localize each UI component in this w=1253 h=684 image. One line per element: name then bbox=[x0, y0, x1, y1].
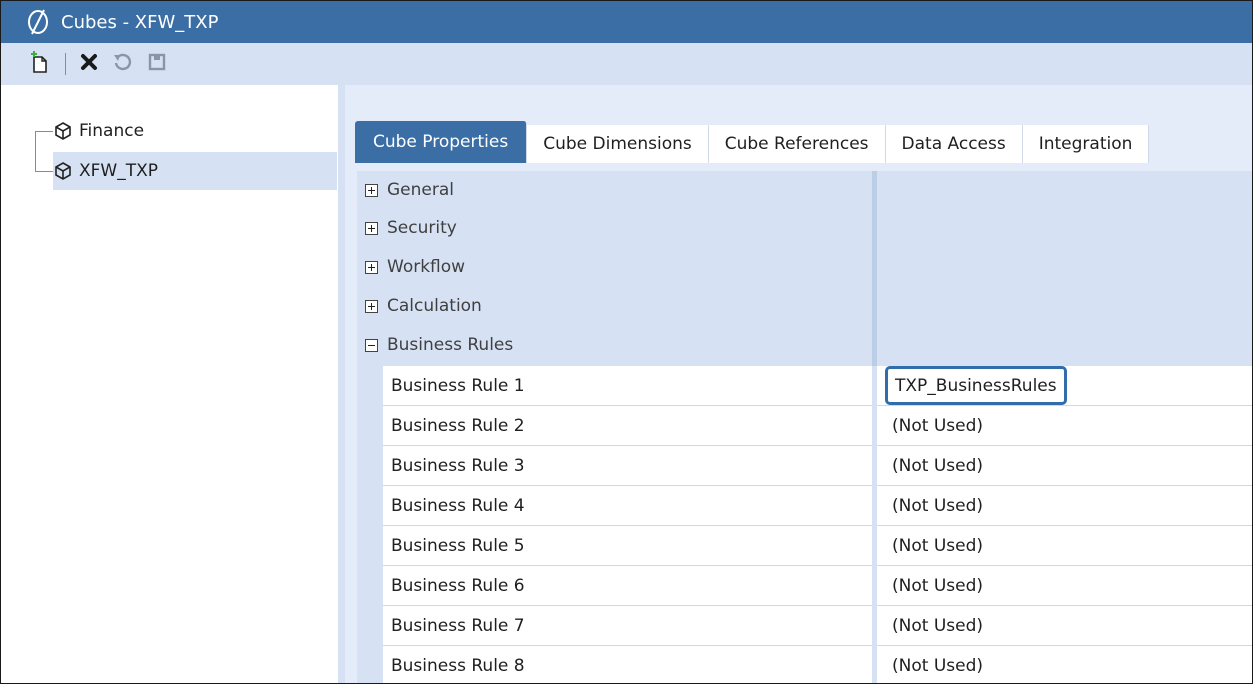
delete-button[interactable] bbox=[76, 51, 102, 77]
cube-icon bbox=[53, 161, 73, 181]
property-value[interactable]: (Not Used) bbox=[885, 566, 1252, 605]
category-security[interactable]: Security bbox=[357, 209, 872, 247]
tree-connector bbox=[35, 131, 53, 132]
row-divider bbox=[872, 366, 877, 406]
expand-icon[interactable] bbox=[365, 221, 378, 235]
toolbar bbox=[1, 43, 1252, 85]
tab-cube-references[interactable]: Cube References bbox=[708, 125, 886, 163]
category-label: Workflow bbox=[387, 257, 466, 277]
property-row[interactable]: Business Rule 6 (Not Used) bbox=[383, 566, 1252, 606]
property-value[interactable]: (Not Used) bbox=[885, 526, 1252, 565]
row-divider bbox=[872, 646, 877, 683]
cube-icon bbox=[53, 121, 73, 141]
category-label: Security bbox=[387, 218, 457, 238]
property-name: Business Rule 3 bbox=[391, 455, 525, 476]
window-title: Cubes - XFW_TXP bbox=[61, 11, 219, 33]
tree-item-label: Finance bbox=[79, 121, 145, 141]
expand-icon[interactable] bbox=[365, 260, 378, 274]
property-grid: General Security Workflow Calculation Bu… bbox=[357, 171, 1252, 683]
category-business-rules[interactable]: Business Rules bbox=[357, 326, 872, 364]
property-name: Business Rule 5 bbox=[391, 535, 525, 556]
tree-item-label: XFW_TXP bbox=[79, 161, 159, 181]
revert-button[interactable] bbox=[110, 51, 136, 77]
property-row[interactable]: Business Rule 8 (Not Used) bbox=[383, 646, 1252, 683]
property-row[interactable]: Business Rule 5 (Not Used) bbox=[383, 526, 1252, 566]
main-panel: Cube Properties Cube Dimensions Cube Ref… bbox=[345, 85, 1252, 683]
tree-connector bbox=[35, 171, 53, 172]
property-value[interactable]: (Not Used) bbox=[885, 606, 1252, 645]
property-value[interactable]: (Not Used) bbox=[885, 486, 1252, 525]
app-logo-icon bbox=[23, 7, 53, 37]
row-divider bbox=[872, 566, 877, 606]
row-divider bbox=[872, 406, 877, 446]
cubes-window: Cubes - XFW_TXP Finance XFW_TXP Cube Pro… bbox=[0, 0, 1253, 684]
property-value[interactable]: (Not Used) bbox=[885, 446, 1252, 485]
category-general[interactable]: General bbox=[357, 171, 872, 209]
category-workflow[interactable]: Workflow bbox=[357, 248, 872, 286]
new-cube-button[interactable] bbox=[27, 50, 53, 79]
property-row[interactable]: Business Rule 7 (Not Used) bbox=[383, 606, 1252, 646]
delete-icon bbox=[79, 52, 99, 77]
property-value-editor[interactable]: TXP_BusinessRules bbox=[885, 366, 1067, 405]
property-name: Business Rule 8 bbox=[391, 655, 525, 676]
tab-cube-properties[interactable]: Cube Properties bbox=[355, 121, 528, 163]
cube-tree: Finance XFW_TXP bbox=[1, 109, 337, 683]
property-name: Business Rule 4 bbox=[391, 495, 525, 516]
new-cube-icon bbox=[29, 50, 51, 79]
property-name: Business Rule 6 bbox=[391, 575, 525, 596]
expand-icon[interactable] bbox=[365, 299, 378, 313]
panel-splitter[interactable] bbox=[338, 85, 345, 683]
property-row[interactable]: Business Rule 3 (Not Used) bbox=[383, 446, 1252, 486]
tree-connector bbox=[35, 131, 36, 171]
property-value[interactable]: (Not Used) bbox=[885, 406, 1252, 445]
property-row[interactable]: Business Rule 1 TXP_BusinessRules bbox=[383, 366, 1252, 406]
expand-icon[interactable] bbox=[365, 183, 378, 197]
save-button[interactable] bbox=[144, 51, 170, 77]
property-row[interactable]: Business Rule 4 (Not Used) bbox=[383, 486, 1252, 526]
save-icon bbox=[147, 52, 167, 77]
title-bar: Cubes - XFW_TXP bbox=[1, 1, 1252, 43]
category-label: Business Rules bbox=[387, 335, 514, 355]
revert-icon bbox=[112, 51, 134, 78]
property-row[interactable]: Business Rule 2 (Not Used) bbox=[383, 406, 1252, 446]
property-name: Business Rule 1 bbox=[391, 375, 525, 396]
collapse-icon[interactable] bbox=[365, 338, 378, 352]
tree-item-xfw-txp[interactable]: XFW_TXP bbox=[53, 152, 337, 190]
property-name: Business Rule 2 bbox=[391, 415, 525, 436]
property-name: Business Rule 7 bbox=[391, 615, 525, 636]
row-divider bbox=[872, 486, 877, 526]
tree-item-finance[interactable]: Finance bbox=[53, 112, 144, 150]
category-calculation[interactable]: Calculation bbox=[357, 287, 872, 325]
category-label: General bbox=[387, 180, 454, 200]
row-divider bbox=[872, 526, 877, 566]
row-divider bbox=[872, 446, 877, 486]
property-value[interactable]: (Not Used) bbox=[885, 646, 1252, 683]
tab-bar: Cube Properties Cube Dimensions Cube Ref… bbox=[355, 121, 1150, 163]
tab-data-access[interactable]: Data Access bbox=[885, 125, 1023, 163]
tab-cube-dimensions[interactable]: Cube Dimensions bbox=[527, 125, 709, 163]
category-label: Calculation bbox=[387, 296, 482, 316]
tab-integration[interactable]: Integration bbox=[1022, 125, 1150, 163]
toolbar-separator bbox=[65, 53, 66, 75]
row-divider bbox=[872, 606, 877, 646]
